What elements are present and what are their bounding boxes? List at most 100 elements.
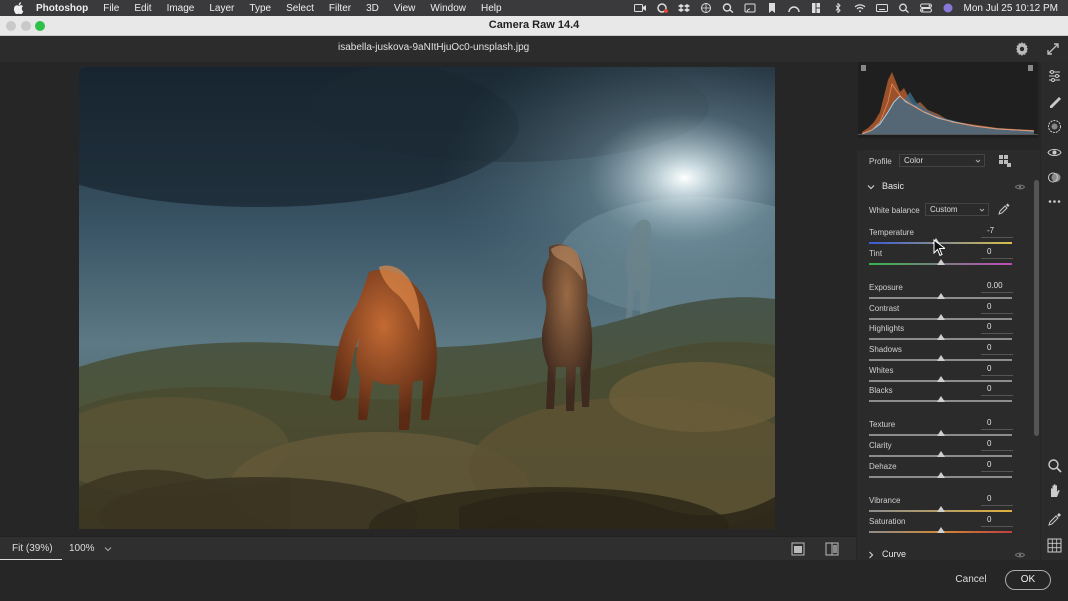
globe-icon[interactable] — [700, 3, 712, 13]
hand-tool-icon[interactable] — [1047, 483, 1062, 498]
fit-zoom-button[interactable]: Fit (39%) — [0, 537, 62, 561]
eyedropper-icon[interactable] — [998, 203, 1010, 215]
menu-select[interactable]: Select — [286, 3, 314, 14]
slider-value-field[interactable]: 0 — [981, 494, 1013, 506]
menu-edit[interactable]: Edit — [134, 3, 151, 14]
red-eye-icon[interactable] — [1047, 145, 1062, 160]
gear-icon[interactable] — [1014, 41, 1030, 57]
slider-thumb[interactable] — [936, 334, 945, 340]
menu-type[interactable]: Type — [249, 3, 271, 14]
curve-section-header[interactable]: Curve — [857, 546, 1035, 560]
chevron-down-icon[interactable] — [104, 545, 112, 553]
highlights-slider[interactable]: Highlights 0 — [857, 322, 1035, 344]
saturation-slider[interactable]: Saturation 0 — [857, 515, 1035, 537]
clarity-slider[interactable]: Clarity 0 — [857, 439, 1035, 461]
slider-value-field[interactable]: 0 — [981, 247, 1013, 259]
texture-slider[interactable]: Texture 0 — [857, 418, 1035, 440]
slider-value-field[interactable]: 0 — [981, 439, 1013, 451]
slider-thumb[interactable] — [936, 430, 945, 436]
tint-slider[interactable]: Tint 0 — [857, 247, 1035, 269]
dehaze-slider[interactable]: Dehaze 0 — [857, 460, 1035, 482]
profile-browser-icon[interactable] — [999, 155, 1011, 167]
slider-value-field[interactable]: 0 — [981, 364, 1013, 376]
slider-thumb[interactable] — [936, 376, 945, 382]
dropbox-icon[interactable] — [677, 3, 690, 13]
panel-scrollbar-thumb[interactable] — [1034, 180, 1039, 436]
keyboard-icon[interactable] — [875, 3, 888, 13]
slider-value-field[interactable]: 0 — [981, 418, 1013, 430]
spotlight-icon[interactable] — [898, 3, 910, 13]
healing-brush-icon[interactable] — [1047, 94, 1062, 109]
menu-filter[interactable]: Filter — [329, 3, 351, 14]
single-view-icon[interactable] — [791, 542, 805, 556]
temperature-slider[interactable]: Temperature -7 — [857, 226, 1035, 248]
slider-thumb[interactable] — [936, 314, 945, 320]
photo-preview[interactable] — [79, 67, 775, 529]
edit-sliders-icon[interactable] — [1047, 68, 1062, 83]
whites-slider[interactable]: Whites 0 — [857, 364, 1035, 386]
menu-window[interactable]: Window — [430, 3, 466, 14]
creative-cloud-icon[interactable] — [656, 3, 668, 13]
control-center-icon[interactable] — [919, 3, 932, 13]
eye-icon[interactable] — [1015, 551, 1025, 559]
blacks-slider[interactable]: Blacks 0 — [857, 384, 1035, 406]
slider-label: Contrast — [869, 304, 900, 313]
search-app-icon[interactable] — [722, 3, 734, 13]
wifi-icon[interactable] — [854, 3, 866, 13]
ok-button[interactable]: OK — [1005, 570, 1051, 590]
arc-icon[interactable] — [787, 3, 800, 13]
color-sampler-icon[interactable] — [1047, 512, 1062, 527]
menu-3d[interactable]: 3D — [366, 3, 379, 14]
masking-icon[interactable] — [1047, 119, 1062, 134]
profile-select[interactable]: Color — [899, 154, 985, 167]
slider-thumb[interactable] — [936, 472, 945, 478]
slider-thumb[interactable] — [936, 451, 945, 457]
fullscreen-icon[interactable] — [1045, 41, 1061, 57]
exposure-slider[interactable]: Exposure 0.00 — [857, 281, 1035, 303]
menu-layer[interactable]: Layer — [209, 3, 234, 14]
screen-record-icon[interactable] — [633, 3, 646, 13]
bluetooth-icon[interactable] — [832, 3, 844, 13]
basic-section-header[interactable]: Basic — [857, 178, 1035, 196]
layout-icon[interactable] — [810, 3, 822, 13]
vibrance-slider[interactable]: Vibrance 0 — [857, 494, 1035, 516]
cast-icon[interactable] — [744, 3, 756, 13]
slider-value-field[interactable]: 0 — [981, 343, 1013, 355]
cancel-button[interactable]: Cancel — [949, 570, 993, 590]
menu-app-name[interactable]: Photoshop — [36, 3, 88, 14]
zoom-tool-icon[interactable] — [1047, 458, 1062, 473]
menu-help[interactable]: Help — [481, 3, 502, 14]
bookmark-icon[interactable] — [766, 3, 778, 13]
menu-view[interactable]: View — [394, 3, 416, 14]
siri-icon[interactable] — [942, 3, 954, 13]
slider-value-field[interactable]: 0 — [981, 384, 1013, 396]
slider-value-field[interactable]: 0 — [981, 302, 1013, 314]
clock-text[interactable]: Mon Jul 25 10:12 PM — [964, 3, 1059, 14]
slider-label: Temperature — [869, 228, 914, 237]
more-options-icon[interactable] — [1047, 194, 1062, 209]
presets-icon[interactable] — [1047, 170, 1062, 185]
slider-value-field[interactable]: 0 — [981, 322, 1013, 334]
eye-icon[interactable] — [1015, 183, 1025, 191]
shadows-slider[interactable]: Shadows 0 — [857, 343, 1035, 365]
slider-thumb[interactable] — [936, 396, 945, 402]
white-balance-select[interactable]: Custom — [925, 203, 989, 216]
slider-label: Saturation — [869, 517, 906, 526]
slider-thumb[interactable] — [936, 355, 945, 361]
slider-value-field[interactable]: 0 — [981, 515, 1013, 527]
slider-value-field[interactable]: -7 — [981, 226, 1013, 238]
slider-thumb[interactable] — [936, 259, 945, 265]
menu-image[interactable]: Image — [167, 3, 195, 14]
camera-raw-window: Photoshop File Edit Image Layer Type Sel… — [0, 0, 1068, 601]
apple-icon[interactable] — [12, 1, 26, 15]
slider-thumb[interactable] — [936, 293, 945, 299]
zoom-level-value[interactable]: 100% — [69, 543, 95, 554]
slider-value-field[interactable]: 0 — [981, 460, 1013, 472]
grid-overlay-icon[interactable] — [1047, 538, 1062, 553]
menu-file[interactable]: File — [103, 3, 119, 14]
before-after-view-icon[interactable] — [825, 542, 839, 556]
contrast-slider[interactable]: Contrast 0 — [857, 302, 1035, 324]
slider-value-field[interactable]: 0.00 — [981, 281, 1013, 293]
slider-thumb[interactable] — [936, 527, 945, 533]
slider-thumb[interactable] — [936, 506, 945, 512]
